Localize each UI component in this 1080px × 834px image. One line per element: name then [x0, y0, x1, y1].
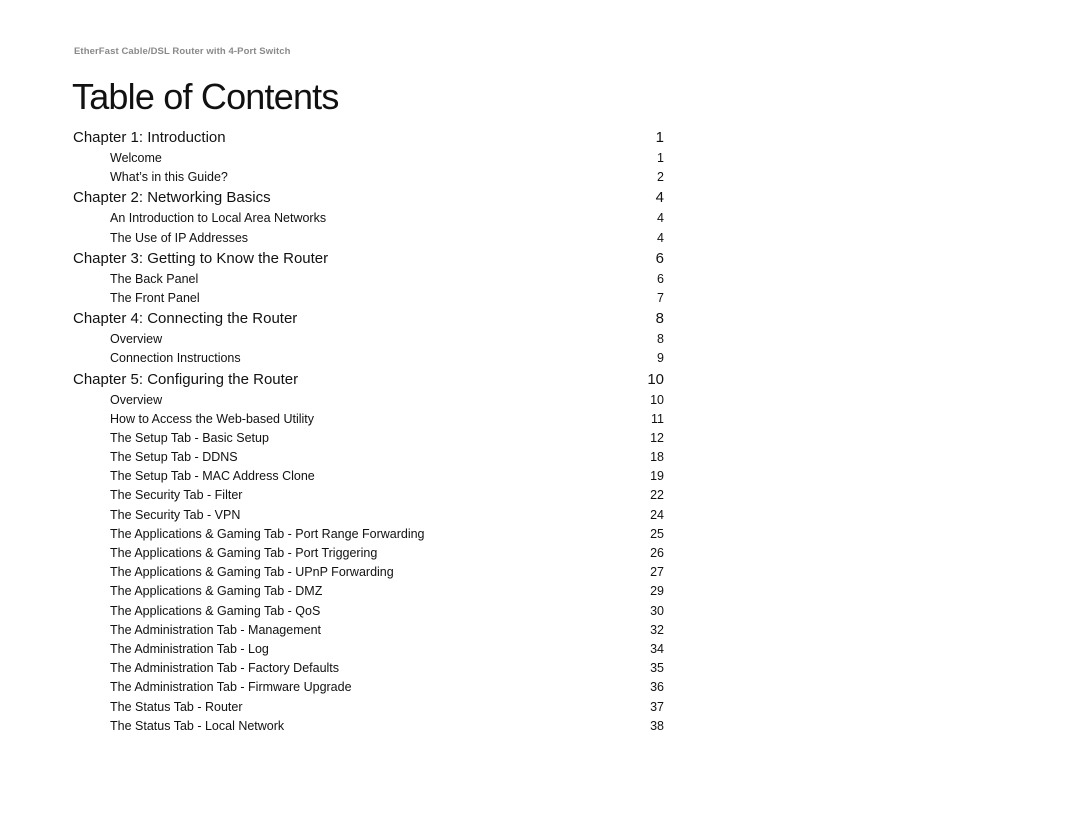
- toc-section-entry[interactable]: The Status Tab - Router 37: [73, 698, 664, 717]
- toc-section-entry[interactable]: Welcome 1: [73, 149, 664, 168]
- toc-entry-page-number: 1: [657, 151, 664, 165]
- toc-entry-page-number: 8: [657, 332, 664, 347]
- toc-section-entry[interactable]: The Security Tab - Filter 22: [73, 486, 664, 505]
- toc-entry-label: The Applications & Gaming Tab - Port Tri…: [110, 546, 378, 560]
- toc-entry-page-number: 10: [647, 370, 664, 388]
- toc-entry-label: Chapter 1: Introduction: [73, 129, 226, 146]
- toc-entry-page-number: 35: [650, 661, 664, 676]
- running-header: EtherFast Cable/DSL Router with 4-Port S…: [74, 46, 291, 57]
- toc-entry-page-number: 1: [655, 129, 664, 146]
- toc-entry-page-number: 25: [650, 526, 664, 541]
- toc-chapter-entry[interactable]: Chapter 2: Networking Basics 4: [73, 187, 664, 209]
- toc-entry-page-number: 4: [657, 211, 664, 226]
- toc-entry-page-number: 6: [655, 249, 664, 267]
- toc-section-entry[interactable]: The Administration Tab - Firmware Upgrad…: [73, 678, 664, 697]
- toc-entry-label: The Administration Tab - Firmware Upgrad…: [110, 680, 352, 695]
- toc-entry-label: Overview: [110, 332, 163, 347]
- toc-entry-page-number: 4: [655, 189, 664, 207]
- toc-section-entry[interactable]: The Back Panel 6: [73, 270, 664, 289]
- toc-entry-page-number: 11: [651, 411, 664, 426]
- toc-section-entry[interactable]: The Status Tab - Local Network 38: [73, 717, 664, 736]
- toc-entry-page-number: 8: [655, 310, 664, 328]
- toc-section-entry[interactable]: How to Access the Web-based Utility 11: [73, 410, 664, 429]
- toc-entry-page-number: 30: [650, 603, 664, 618]
- toc-entry-label: The Setup Tab - MAC Address Clone: [110, 469, 315, 484]
- toc-entry-label: What’s in this Guide?: [110, 170, 228, 185]
- toc-section-entry[interactable]: Connection Instructions 9: [73, 349, 664, 368]
- toc-entry-label: The Setup Tab - DDNS: [110, 450, 238, 465]
- toc-section-entry[interactable]: Overview 8: [73, 330, 664, 349]
- toc-chapter-entry[interactable]: Chapter 3: Getting to Know the Router 6: [73, 248, 664, 270]
- toc-section-entry[interactable]: Overview 10: [73, 391, 664, 410]
- toc-section-entry[interactable]: The Applications & Gaming Tab - Port Ran…: [73, 525, 664, 544]
- toc-section-entry[interactable]: The Setup Tab - DDNS 18: [73, 448, 664, 467]
- toc-section-entry[interactable]: The Setup Tab - Basic Setup 12: [73, 429, 664, 448]
- toc-entry-label: The Applications & Gaming Tab - DMZ: [110, 584, 323, 599]
- toc-entry-label: The Applications & Gaming Tab - Port Ran…: [110, 526, 425, 541]
- toc-section-entry[interactable]: The Administration Tab - Log 34: [73, 640, 664, 659]
- toc-entry-label: How to Access the Web-based Utility: [110, 411, 315, 426]
- toc-entry-label: Chapter 4: Connecting the Router: [73, 310, 298, 328]
- toc-entry-label: The Security Tab - VPN: [110, 507, 241, 522]
- toc-entry-label: Chapter 2: Networking Basics: [73, 189, 271, 207]
- page-title: Table of Contents: [72, 76, 339, 117]
- toc-entry-label: The Setup Tab - Basic Setup: [110, 430, 269, 445]
- table-of-contents: Chapter 1: Introduction 1 Welcome 1 What’s i…: [73, 127, 664, 736]
- toc-section-entry[interactable]: The Use of IP Addresses 4: [73, 229, 664, 248]
- toc-entry-page-number: 10: [650, 392, 664, 407]
- toc-entry-label: The Applications & Gaming Tab - UPnP For…: [110, 565, 394, 580]
- toc-entry-page-number: 6: [657, 271, 664, 286]
- toc-section-entry[interactable]: The Administration Tab - Management 32: [73, 621, 664, 640]
- toc-section-entry[interactable]: The Administration Tab - Factory Default…: [73, 659, 664, 678]
- toc-section-entry[interactable]: The Applications & Gaming Tab - Port Tri…: [73, 544, 664, 563]
- toc-entry-label: The Administration Tab - Management: [110, 622, 321, 637]
- toc-entry-page-number: 24: [650, 507, 664, 522]
- toc-entry-label: The Applications & Gaming Tab - QoS: [110, 603, 321, 618]
- toc-entry-label: Welcome: [110, 151, 162, 165]
- toc-entry-page-number: 4: [657, 230, 664, 245]
- toc-section-entry[interactable]: The Setup Tab - MAC Address Clone 19: [73, 467, 664, 486]
- toc-entry-page-number: 19: [650, 469, 664, 484]
- toc-entry-label: The Status Tab - Router: [110, 699, 243, 714]
- toc-entry-page-number: 37: [650, 699, 664, 714]
- toc-entry-page-number: 27: [650, 565, 664, 580]
- toc-entry-label: The Security Tab - Filter: [110, 488, 243, 503]
- toc-entry-page-number: 26: [650, 546, 664, 560]
- toc-entry-page-number: 18: [650, 450, 664, 465]
- toc-section-entry[interactable]: What’s in this Guide? 2: [73, 168, 664, 187]
- toc-entry-label: Chapter 5: Configuring the Router: [73, 370, 299, 388]
- toc-entry-page-number: 12: [650, 430, 664, 445]
- toc-entry-page-number: 29: [650, 584, 664, 599]
- toc-entry-page-number: 7: [657, 290, 664, 305]
- toc-entry-page-number: 38: [650, 718, 664, 733]
- toc-entry-label: Chapter 3: Getting to Know the Router: [73, 249, 329, 267]
- toc-entry-label: The Status Tab - Local Network: [110, 718, 285, 733]
- toc-entry-label: An Introduction to Local Area Networks: [110, 211, 327, 226]
- toc-entry-label: The Front Panel: [110, 290, 200, 305]
- toc-section-entry[interactable]: The Front Panel 7: [73, 289, 664, 308]
- toc-entry-label: Connection Instructions: [110, 351, 241, 366]
- toc-entry-label: The Administration Tab - Factory Default…: [110, 661, 340, 676]
- toc-entry-page-number: 2: [657, 170, 664, 185]
- toc-chapter-entry[interactable]: Chapter 4: Connecting the Router 8: [73, 308, 664, 330]
- toc-chapter-entry[interactable]: Chapter 5: Configuring the Router 10: [73, 369, 664, 391]
- toc-entry-page-number: 34: [650, 641, 664, 656]
- toc-entry-label: Overview: [110, 392, 163, 407]
- toc-section-entry[interactable]: The Applications & Gaming Tab - DMZ 29: [73, 582, 664, 601]
- toc-section-entry[interactable]: The Applications & Gaming Tab - QoS 30: [73, 602, 664, 621]
- toc-entry-label: The Administration Tab - Log: [110, 641, 269, 656]
- toc-entry-label: The Back Panel: [110, 271, 199, 286]
- toc-entry-page-number: 22: [650, 488, 664, 503]
- toc-chapter-entry[interactable]: Chapter 1: Introduction 1: [73, 127, 664, 149]
- toc-entry-page-number: 32: [650, 622, 664, 637]
- toc-section-entry[interactable]: The Security Tab - VPN 24: [73, 506, 664, 525]
- toc-entry-page-number: 9: [657, 351, 664, 366]
- toc-entry-label: The Use of IP Addresses: [110, 230, 249, 245]
- toc-section-entry[interactable]: An Introduction to Local Area Networks 4: [73, 209, 664, 228]
- toc-section-entry[interactable]: The Applications & Gaming Tab - UPnP For…: [73, 563, 664, 582]
- toc-entry-page-number: 36: [650, 680, 664, 695]
